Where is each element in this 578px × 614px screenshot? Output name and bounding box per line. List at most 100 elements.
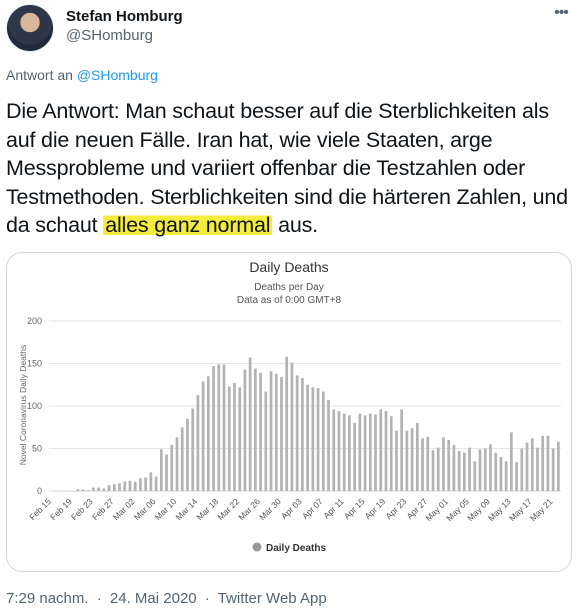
bar[interactable] bbox=[395, 430, 398, 491]
bar[interactable] bbox=[536, 447, 539, 491]
bar[interactable] bbox=[76, 489, 80, 491]
bar[interactable] bbox=[374, 414, 377, 492]
bar[interactable] bbox=[280, 377, 283, 491]
bar[interactable] bbox=[133, 481, 137, 491]
legend-label[interactable]: Daily Deaths bbox=[266, 543, 326, 554]
bar[interactable] bbox=[483, 448, 487, 492]
bar[interactable] bbox=[295, 375, 299, 491]
bar[interactable] bbox=[159, 449, 163, 491]
bar[interactable] bbox=[358, 413, 362, 491]
bar[interactable] bbox=[368, 413, 372, 491]
bar[interactable] bbox=[557, 441, 560, 491]
bar[interactable] bbox=[384, 411, 388, 491]
bar[interactable] bbox=[353, 423, 356, 491]
tweet-source[interactable]: Twitter Web App bbox=[218, 590, 327, 607]
bar[interactable] bbox=[400, 409, 404, 491]
bar[interactable] bbox=[306, 384, 309, 491]
bar[interactable] bbox=[97, 487, 100, 491]
bar[interactable] bbox=[206, 376, 210, 491]
bar[interactable] bbox=[436, 447, 440, 491]
more-horizontal-icon[interactable]: ••• bbox=[550, 2, 572, 24]
bar[interactable] bbox=[259, 372, 262, 491]
bar[interactable] bbox=[154, 476, 158, 491]
tweet-time[interactable]: 7:29 nachm. bbox=[6, 590, 89, 607]
bar[interactable] bbox=[520, 448, 524, 492]
bar[interactable] bbox=[327, 400, 330, 491]
bar[interactable] bbox=[551, 448, 555, 492]
bar[interactable] bbox=[180, 427, 184, 491]
bar[interactable] bbox=[452, 445, 456, 491]
bar[interactable] bbox=[504, 461, 508, 491]
reply-handle-link[interactable]: @SHomburg bbox=[77, 67, 158, 83]
bar[interactable] bbox=[421, 438, 424, 491]
bar[interactable] bbox=[473, 461, 477, 491]
bar[interactable] bbox=[546, 435, 550, 491]
bar[interactable] bbox=[515, 462, 518, 491]
bar[interactable] bbox=[342, 413, 346, 491]
bar[interactable] bbox=[332, 409, 336, 491]
bar[interactable] bbox=[530, 438, 534, 491]
author-name[interactable]: Stefan Homburg bbox=[66, 8, 183, 25]
bar[interactable] bbox=[426, 436, 430, 491]
bar[interactable] bbox=[285, 356, 289, 491]
bar[interactable] bbox=[102, 488, 106, 491]
bar[interactable] bbox=[389, 416, 393, 491]
bar[interactable] bbox=[165, 454, 168, 491]
bar[interactable] bbox=[311, 387, 315, 491]
bar[interactable] bbox=[123, 481, 127, 491]
bar[interactable] bbox=[363, 415, 367, 491]
bar[interactable] bbox=[264, 391, 268, 491]
bar[interactable] bbox=[405, 430, 409, 491]
bar[interactable] bbox=[468, 447, 471, 491]
bar[interactable] bbox=[212, 366, 215, 491]
bar[interactable] bbox=[510, 432, 513, 491]
bar[interactable] bbox=[348, 415, 351, 491]
bar[interactable] bbox=[191, 408, 195, 491]
bar[interactable] bbox=[149, 472, 153, 491]
bar[interactable] bbox=[462, 452, 466, 491]
bar[interactable] bbox=[442, 437, 445, 491]
bar[interactable] bbox=[290, 362, 294, 491]
tweet-date[interactable]: 24. Mai 2020 bbox=[110, 590, 197, 607]
avatar[interactable] bbox=[6, 4, 54, 52]
bar[interactable] bbox=[196, 394, 200, 491]
bar[interactable] bbox=[201, 381, 205, 491]
bar[interactable] bbox=[254, 368, 257, 491]
bar[interactable] bbox=[274, 373, 278, 491]
bar[interactable] bbox=[541, 435, 545, 491]
author-handle[interactable]: @SHomburg bbox=[66, 27, 153, 44]
bar[interactable] bbox=[248, 357, 252, 491]
bar[interactable] bbox=[238, 387, 242, 491]
bar[interactable] bbox=[316, 388, 320, 491]
bar[interactable] bbox=[144, 477, 148, 491]
bar[interactable] bbox=[186, 418, 189, 491]
bar[interactable] bbox=[118, 483, 121, 491]
bar[interactable] bbox=[170, 445, 174, 491]
bar[interactable] bbox=[227, 386, 231, 491]
bar[interactable] bbox=[81, 489, 85, 491]
bar[interactable] bbox=[415, 423, 419, 491]
bar[interactable] bbox=[321, 391, 325, 491]
bar[interactable] bbox=[379, 409, 383, 491]
bar[interactable] bbox=[233, 383, 236, 491]
bar[interactable] bbox=[494, 452, 498, 491]
bar[interactable] bbox=[92, 487, 95, 491]
bar[interactable] bbox=[128, 480, 132, 491]
bar[interactable] bbox=[525, 442, 529, 491]
bar[interactable] bbox=[243, 369, 247, 491]
bar[interactable] bbox=[301, 377, 304, 491]
bar[interactable] bbox=[222, 364, 226, 491]
legend-marker[interactable] bbox=[252, 542, 262, 552]
bar[interactable] bbox=[457, 451, 461, 491]
bar[interactable] bbox=[431, 450, 435, 491]
bar[interactable] bbox=[410, 428, 414, 491]
chart-card[interactable]: Daily Deaths Deaths per Day Data as of 0… bbox=[6, 252, 572, 572]
bar[interactable] bbox=[217, 364, 221, 491]
bar[interactable] bbox=[447, 440, 451, 491]
bar[interactable] bbox=[489, 444, 492, 491]
bar[interactable] bbox=[175, 437, 179, 491]
bar[interactable] bbox=[139, 478, 142, 491]
bar[interactable] bbox=[269, 371, 273, 491]
bar[interactable] bbox=[107, 485, 111, 491]
bar[interactable] bbox=[337, 411, 341, 491]
